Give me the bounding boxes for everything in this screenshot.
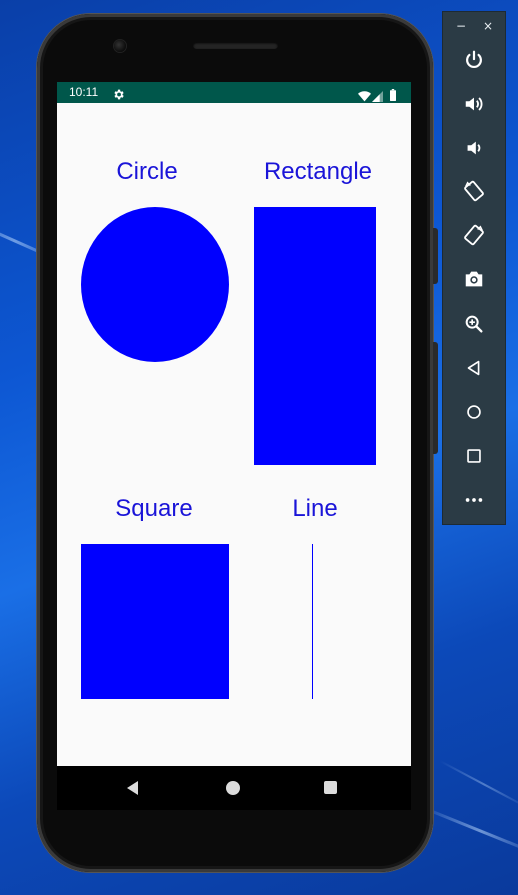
volume-down-icon[interactable] bbox=[463, 137, 485, 159]
rotate-left-icon[interactable] bbox=[463, 180, 485, 202]
settings-icon bbox=[112, 86, 125, 100]
status-time: 10:11 bbox=[69, 85, 99, 99]
overview-icon[interactable] bbox=[463, 445, 485, 467]
recents-icon[interactable] bbox=[324, 781, 337, 794]
status-bar: 10:11 bbox=[57, 82, 411, 103]
wallpaper-streak bbox=[439, 760, 518, 809]
minimize-button[interactable]: − bbox=[453, 18, 469, 34]
line-label: Line bbox=[292, 495, 338, 522]
signal-icon bbox=[372, 87, 383, 102]
rectangle-shape bbox=[254, 207, 376, 465]
camera-icon[interactable] bbox=[463, 268, 485, 290]
more-icon[interactable] bbox=[463, 489, 485, 511]
zoom-icon[interactable] bbox=[463, 313, 485, 335]
phone-volume-key[interactable] bbox=[433, 342, 438, 454]
emulator-toolbar: − × bbox=[442, 11, 506, 525]
volume-up-icon[interactable] bbox=[463, 93, 485, 115]
device-screen: 10:11 Circle Rectangle Square Line bbox=[57, 82, 411, 766]
battery-icon bbox=[390, 86, 396, 101]
back-icon[interactable] bbox=[463, 357, 485, 379]
close-button[interactable]: × bbox=[480, 18, 496, 34]
phone-power-key[interactable] bbox=[433, 228, 438, 284]
rectangle-label: Rectangle bbox=[263, 158, 373, 185]
navigation-bar bbox=[57, 766, 411, 810]
square-shape bbox=[81, 544, 229, 699]
circle-label: Circle bbox=[116, 158, 178, 185]
wifi-icon bbox=[358, 87, 371, 102]
line-shape bbox=[312, 544, 313, 699]
home-icon[interactable] bbox=[463, 401, 485, 423]
square-label: Square bbox=[115, 495, 193, 522]
power-icon[interactable] bbox=[463, 49, 485, 71]
desktop-background: 10:11 Circle Rectangle Square Line − × bbox=[0, 0, 518, 895]
back-icon[interactable] bbox=[125, 780, 141, 796]
wallpaper-streak bbox=[419, 805, 518, 857]
front-camera bbox=[114, 40, 126, 52]
earpiece-speaker bbox=[193, 42, 278, 49]
rotate-right-icon[interactable] bbox=[463, 224, 485, 246]
circle-shape bbox=[81, 207, 229, 362]
home-icon[interactable] bbox=[226, 781, 240, 795]
